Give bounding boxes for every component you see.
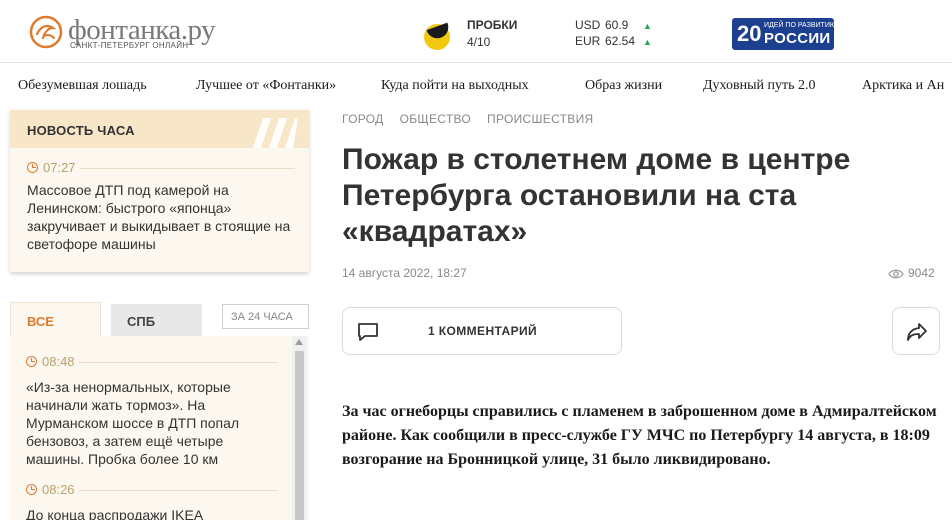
period-filter-label: ЗА 24 ЧАСА — [231, 311, 293, 323]
rate-code: EUR — [575, 34, 601, 48]
badge-number: 20 — [737, 21, 762, 46]
news-time-value: 07:27 — [43, 160, 76, 175]
comment-icon — [358, 323, 378, 341]
nav-item[interactable]: Духовный путь 2.0 — [703, 78, 816, 94]
rate-eur: EUR 62.54 ▲ — [575, 34, 652, 50]
article-date: 14 августа 2022, 18:27 — [342, 266, 467, 280]
badge-main-text: РОССИИ — [764, 30, 831, 47]
feed-time: 08:26 — [26, 482, 79, 497]
feed-time: 08:48 — [26, 354, 79, 369]
views-value: 9042 — [908, 266, 935, 280]
crumb-incidents[interactable]: ПРОИСШЕСТВИЯ — [487, 112, 594, 126]
header-divider — [0, 62, 952, 63]
scroll-up-icon[interactable] — [295, 339, 303, 345]
trend-up-icon: ▲ — [643, 37, 652, 47]
crumb-society[interactable]: ОБЩЕСТВО — [400, 112, 471, 126]
eye-icon — [888, 269, 904, 279]
feed-time-value: 08:26 — [42, 482, 75, 497]
promo-badge-20-ideas[interactable]: 20 ИДЕЙ ПО РАЗВИТИЮ РОССИИ — [732, 18, 837, 50]
trend-up-icon: ▲ — [643, 21, 652, 31]
nav-item[interactable]: Куда пойти на выходных — [381, 78, 529, 94]
feed-item[interactable]: 08:26 До конца распродажи IKEA — [26, 482, 278, 520]
views-counter: 9042 — [888, 266, 935, 280]
news-feed: 08:48 «Из-за ненормальных, которые начин… — [10, 336, 309, 520]
tab-spb-label: СПБ — [127, 314, 156, 329]
breadcrumb: ГОРОД ОБЩЕСТВО ПРОИСШЕСТВИЯ — [342, 112, 610, 126]
logo-emblem-icon — [29, 15, 63, 49]
clock-icon — [27, 162, 38, 173]
feed-scrollbar[interactable] — [292, 336, 307, 520]
article-lead: За час огнеборцы справились с пламенем в… — [342, 403, 937, 468]
feed-text: До конца распродажи IKEA — [26, 507, 204, 520]
traffic-label: ПРОБКИ — [467, 18, 518, 32]
traffic-value: 4/10 — [467, 35, 491, 49]
news-of-hour-card[interactable]: НОВОСТЬ ЧАСА 07:27 Массовое ДТП под каме… — [10, 110, 309, 272]
news-of-hour-title: НОВОСТЬ ЧАСА — [27, 123, 135, 138]
news-time: 07:27 — [27, 160, 80, 175]
rate-value: 60.9 — [605, 18, 629, 32]
period-filter-24h[interactable]: ЗА 24 ЧАСА — [222, 304, 309, 329]
rate-code: USD — [575, 18, 601, 32]
article-title: Пожар в столетнем доме в центре Петербур… — [342, 143, 851, 248]
news-of-hour-header: НОВОСТЬ ЧАСА — [10, 110, 309, 148]
clock-icon — [26, 484, 37, 495]
feed-time-row: 08:26 — [26, 482, 278, 498]
tab-all-label: ВСЕ — [27, 314, 54, 329]
topic-nav: Обезумевшая лошадь Лучшее от «Фонтанки» … — [0, 64, 952, 108]
logo-subtitle: САНКТ-ПЕТЕРБУРГ ОНЛАЙН — [70, 41, 189, 50]
feed-time-value: 08:48 — [42, 354, 75, 369]
crumb-city[interactable]: ГОРОД — [342, 112, 384, 126]
nav-item[interactable]: Обезумевшая лошадь — [18, 78, 147, 94]
feed-text: «Из-за ненормальных, которые начинали жа… — [26, 379, 240, 467]
comments-label: 1 КОММЕНТАРИЙ — [428, 324, 538, 338]
share-button[interactable] — [892, 307, 940, 355]
scrollbar-thumb[interactable] — [295, 351, 304, 520]
tab-all[interactable]: ВСЕ — [10, 302, 101, 336]
feed-tabs: ВСЕ СПБ ЗА 24 ЧАСА — [10, 302, 309, 336]
news-of-hour-text[interactable]: Массовое ДТП под камерой на Ленинском: б… — [27, 181, 297, 253]
traffic-icon — [424, 24, 450, 50]
nav-item[interactable]: Образ жизни — [585, 78, 662, 94]
feed-item[interactable]: 08:48 «Из-за ненормальных, которые начин… — [26, 354, 278, 468]
nav-item[interactable]: Лучшее от «Фонтанки» — [196, 78, 336, 94]
site-header: фонтанка.ру САНКТ-ПЕТЕРБУРГ ОНЛАЙН ПРОБК… — [0, 0, 952, 62]
feed-time-row: 08:48 — [26, 354, 278, 370]
share-icon — [907, 323, 927, 341]
currency-rates[interactable]: USD 60.9 ▲ EUR 62.54 ▲ — [575, 18, 652, 50]
tab-spb[interactable]: СПБ — [111, 304, 202, 336]
nav-item[interactable]: Арктика и Ан — [862, 78, 944, 94]
stripes-decoration-icon — [253, 118, 297, 148]
clock-icon — [26, 356, 37, 367]
rate-value: 62.54 — [605, 34, 636, 48]
badge-top-text: ИДЕЙ ПО РАЗВИТИЮ — [764, 22, 837, 29]
rate-usd: USD 60.9 ▲ — [575, 18, 652, 34]
comments-button[interactable]: 1 КОММЕНТАРИЙ — [342, 307, 622, 355]
